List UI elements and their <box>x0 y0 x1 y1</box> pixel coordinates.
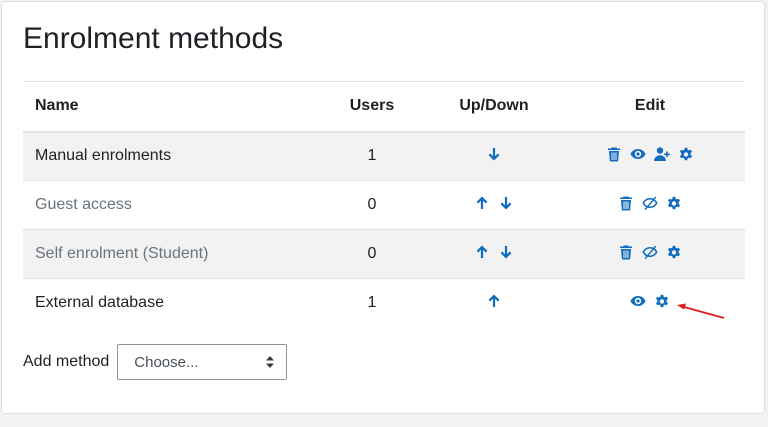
header-edit: Edit <box>634 97 666 115</box>
updown-cell <box>433 132 555 181</box>
hidden-icon[interactable] <box>642 195 658 211</box>
settings-icon[interactable] <box>666 244 682 260</box>
arrow-down-icon[interactable] <box>498 244 514 260</box>
user-count: 1 <box>367 294 377 312</box>
user-count: 0 <box>367 196 377 213</box>
method-name: Manual enrolments <box>35 147 172 165</box>
updown-cell <box>433 230 555 279</box>
arrow-up-icon[interactable] <box>474 195 490 211</box>
table-row: Manual enrolments 1 <box>23 131 745 181</box>
user-count: 1 <box>367 147 377 165</box>
add-method-select[interactable]: Choose... <box>117 344 288 380</box>
table-header-row: Name Users Up/Down Edit <box>23 81 745 132</box>
show-icon[interactable] <box>630 146 646 162</box>
user-count: 0 <box>367 245 377 262</box>
show-icon[interactable] <box>630 293 646 309</box>
delete-icon[interactable] <box>618 244 634 260</box>
edit-cell <box>555 181 745 230</box>
edit-cell <box>555 132 745 181</box>
method-name: Guest access <box>35 196 132 213</box>
table-row: Self enrolment (Student) 0 <box>23 229 745 279</box>
arrow-up-icon[interactable] <box>474 244 490 260</box>
settings-icon[interactable] <box>654 293 670 309</box>
updown-cell <box>433 279 555 328</box>
enrol-users-icon[interactable] <box>654 146 670 162</box>
settings-icon[interactable] <box>666 195 682 211</box>
add-method-select-value: Choose... <box>134 353 199 371</box>
arrow-up-icon[interactable] <box>486 293 502 309</box>
delete-icon[interactable] <box>606 146 622 162</box>
header-name: Name <box>35 97 79 115</box>
page-title: Enrolment methods <box>23 22 284 55</box>
red-arrow-icon <box>677 303 725 319</box>
hidden-icon[interactable] <box>642 244 658 260</box>
header-users: Users <box>349 97 395 115</box>
table-row: Guest access 0 <box>23 181 745 230</box>
header-updown: Up/Down <box>459 97 529 115</box>
enrolment-methods-table: Name Users Up/Down Edit Manual enrolment… <box>23 81 745 328</box>
edit-cell <box>555 230 745 279</box>
settings-icon[interactable] <box>678 146 694 162</box>
arrow-down-icon[interactable] <box>486 146 502 162</box>
select-caret-icon <box>266 356 275 368</box>
add-method-row: Add method Choose... <box>23 344 288 380</box>
delete-icon[interactable] <box>618 195 634 211</box>
add-method-label: Add method <box>23 353 110 370</box>
method-name: External database <box>35 294 164 312</box>
enrolment-methods-card: Enrolment methods Name Users Up/Down Edi… <box>1 1 765 414</box>
updown-cell <box>433 181 555 230</box>
method-name: Self enrolment (Student) <box>35 245 209 262</box>
arrow-down-icon[interactable] <box>498 195 514 211</box>
table-row: External database 1 <box>23 279 745 328</box>
